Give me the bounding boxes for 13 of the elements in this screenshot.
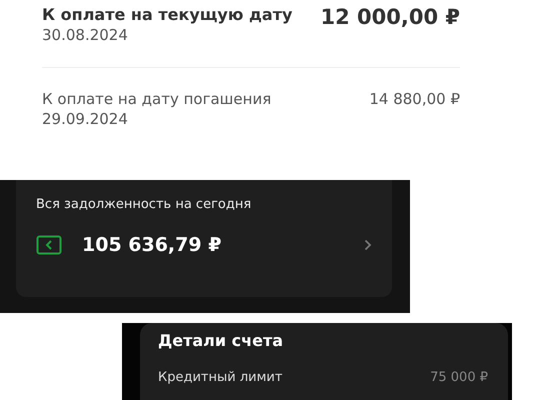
payment-label: К оплате на текущую дату	[42, 5, 292, 24]
payment-label: К оплате на дату погашения	[42, 90, 272, 108]
debt-amount: 105 636,79 ₽	[82, 234, 222, 256]
detail-label: Кредитный лимит	[158, 370, 282, 385]
details-title: Детали счета	[158, 331, 284, 350]
chevron-icon	[364, 239, 372, 251]
payment-amount: 14 880,00 ₽	[369, 90, 460, 108]
payment-date: 29.09.2024	[42, 110, 129, 128]
payment-date: 30.08.2024	[42, 26, 129, 44]
payment-amount: 12 000,00 ₽	[320, 5, 460, 29]
detail-value: 75 000 ₽	[430, 370, 488, 385]
debt-title: Вся задолженность на сегодня	[36, 197, 252, 212]
debt-card[interactable]: Вся задолженность на сегодня 105 636,79 ₽	[16, 180, 392, 297]
